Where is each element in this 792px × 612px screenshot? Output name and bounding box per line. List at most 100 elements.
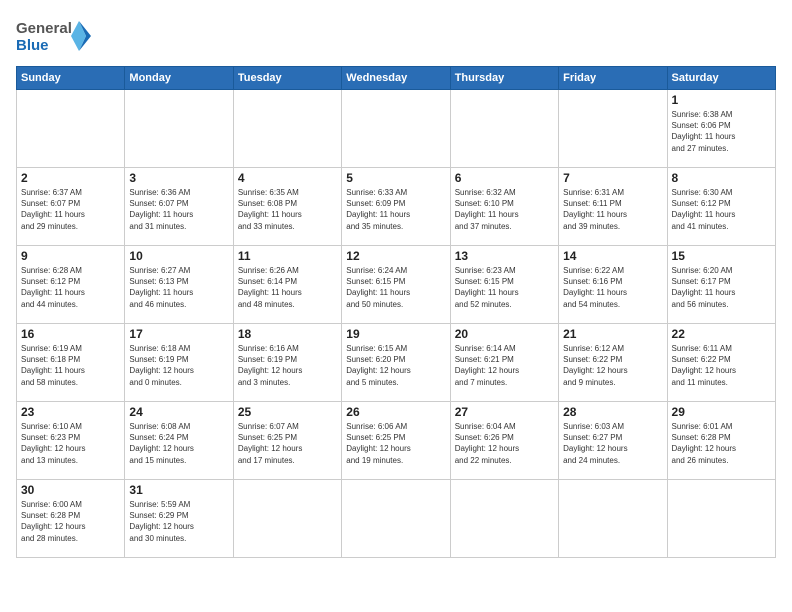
day-info: Sunrise: 6:07 AM Sunset: 6:25 PM Dayligh… [238,421,337,466]
day-info: Sunrise: 5:59 AM Sunset: 6:29 PM Dayligh… [129,499,228,544]
calendar-cell: 24Sunrise: 6:08 AM Sunset: 6:24 PM Dayli… [125,402,233,480]
calendar-cell: 12Sunrise: 6:24 AM Sunset: 6:15 PM Dayli… [342,246,450,324]
calendar-header: SundayMondayTuesdayWednesdayThursdayFrid… [17,67,776,90]
logo: GeneralBlue [16,16,96,56]
day-number: 8 [672,171,771,185]
calendar-cell: 8 Sunrise: 6:30 AM Sunset: 6:12 PM Daylig… [667,168,775,246]
calendar-cell: 9 Sunrise: 6:28 AM Sunset: 6:12 PM Daylig… [17,246,125,324]
day-info: Sunrise: 6:16 AM Sunset: 6:19 PM Dayligh… [238,343,337,388]
calendar-cell: 18Sunrise: 6:16 AM Sunset: 6:19 PM Dayli… [233,324,341,402]
calendar-cell [125,90,233,168]
calendar-cell [450,90,558,168]
calendar-cell [342,480,450,558]
day-number: 6 [455,171,554,185]
calendar-cell: 29Sunrise: 6:01 AM Sunset: 6:28 PM Dayli… [667,402,775,480]
day-number: 31 [129,483,228,497]
day-info: Sunrise: 6:01 AM Sunset: 6:28 PM Dayligh… [672,421,771,466]
day-number: 27 [455,405,554,419]
day-info: Sunrise: 6:15 AM Sunset: 6:20 PM Dayligh… [346,343,445,388]
day-number: 15 [672,249,771,263]
calendar-cell: 4 Sunrise: 6:35 AM Sunset: 6:08 PM Daylig… [233,168,341,246]
day-info: Sunrise: 6:31 AM Sunset: 6:11 PM Dayligh… [563,187,662,232]
day-number: 25 [238,405,337,419]
day-number: 26 [346,405,445,419]
page: GeneralBlue SundayMondayTuesdayWednesday… [0,0,792,612]
calendar-cell: 1Sunrise: 6:38 AM Sunset: 6:06 PM Daylig… [667,90,775,168]
calendar-cell: 6Sunrise: 6:32 AM Sunset: 6:10 PM Daylig… [450,168,558,246]
calendar-week-1: 1Sunrise: 6:38 AM Sunset: 6:06 PM Daylig… [17,90,776,168]
weekday-saturday: Saturday [667,67,775,90]
calendar-cell [559,480,667,558]
calendar-cell [233,480,341,558]
day-info: Sunrise: 6:20 AM Sunset: 6:17 PM Dayligh… [672,265,771,310]
day-info: Sunrise: 6:08 AM Sunset: 6:24 PM Dayligh… [129,421,228,466]
calendar-cell: 19 Sunrise: 6:15 AM Sunset: 6:20 PM Dayli… [342,324,450,402]
weekday-header-row: SundayMondayTuesdayWednesdayThursdayFrid… [17,67,776,90]
day-number: 23 [21,405,120,419]
calendar-week-4: 16 Sunrise: 6:19 AM Sunset: 6:18 PM Dayli… [17,324,776,402]
day-number: 19 [346,327,445,341]
day-number: 17 [129,327,228,341]
calendar-cell: 7Sunrise: 6:31 AM Sunset: 6:11 PM Daylig… [559,168,667,246]
calendar-cell: 25 Sunrise: 6:07 AM Sunset: 6:25 PM Dayli… [233,402,341,480]
day-info: Sunrise: 6:18 AM Sunset: 6:19 PM Dayligh… [129,343,228,388]
day-number: 16 [21,327,120,341]
day-number: 10 [129,249,228,263]
calendar-cell: 21 Sunrise: 6:12 AM Sunset: 6:22 PM Dayli… [559,324,667,402]
calendar-week-5: 23 Sunrise: 6:10 AM Sunset: 6:23 PM Dayli… [17,402,776,480]
svg-text:Blue: Blue [16,37,49,54]
calendar-cell: 13 Sunrise: 6:23 AM Sunset: 6:15 PM Dayli… [450,246,558,324]
day-info: Sunrise: 6:22 AM Sunset: 6:16 PM Dayligh… [563,265,662,310]
day-number: 20 [455,327,554,341]
day-info: Sunrise: 6:35 AM Sunset: 6:08 PM Dayligh… [238,187,337,232]
weekday-tuesday: Tuesday [233,67,341,90]
calendar-cell: 11Sunrise: 6:26 AM Sunset: 6:14 PM Dayli… [233,246,341,324]
calendar-cell: 17 Sunrise: 6:18 AM Sunset: 6:19 PM Dayli… [125,324,233,402]
logo-svg: GeneralBlue [16,16,96,56]
day-number: 30 [21,483,120,497]
day-number: 11 [238,249,337,263]
day-info: Sunrise: 6:19 AM Sunset: 6:18 PM Dayligh… [21,343,120,388]
calendar-cell: 22Sunrise: 6:11 AM Sunset: 6:22 PM Dayli… [667,324,775,402]
svg-text:General: General [16,20,72,37]
calendar-cell: 20 Sunrise: 6:14 AM Sunset: 6:21 PM Dayli… [450,324,558,402]
day-info: Sunrise: 6:37 AM Sunset: 6:07 PM Dayligh… [21,187,120,232]
day-number: 13 [455,249,554,263]
calendar-body: 1Sunrise: 6:38 AM Sunset: 6:06 PM Daylig… [17,90,776,558]
calendar-cell: 5Sunrise: 6:33 AM Sunset: 6:09 PM Daylig… [342,168,450,246]
day-number: 3 [129,171,228,185]
day-info: Sunrise: 6:23 AM Sunset: 6:15 PM Dayligh… [455,265,554,310]
calendar-cell: 15 Sunrise: 6:20 AM Sunset: 6:17 PM Dayli… [667,246,775,324]
calendar-cell: 10 Sunrise: 6:27 AM Sunset: 6:13 PM Dayli… [125,246,233,324]
calendar-week-3: 9 Sunrise: 6:28 AM Sunset: 6:12 PM Daylig… [17,246,776,324]
weekday-wednesday: Wednesday [342,67,450,90]
day-info: Sunrise: 6:36 AM Sunset: 6:07 PM Dayligh… [129,187,228,232]
day-info: Sunrise: 6:38 AM Sunset: 6:06 PM Dayligh… [672,109,771,154]
calendar-table: SundayMondayTuesdayWednesdayThursdayFrid… [16,66,776,558]
calendar-cell: 27Sunrise: 6:04 AM Sunset: 6:26 PM Dayli… [450,402,558,480]
weekday-monday: Monday [125,67,233,90]
day-info: Sunrise: 6:27 AM Sunset: 6:13 PM Dayligh… [129,265,228,310]
calendar-cell: 26Sunrise: 6:06 AM Sunset: 6:25 PM Dayli… [342,402,450,480]
calendar-week-2: 2Sunrise: 6:37 AM Sunset: 6:07 PM Daylig… [17,168,776,246]
day-number: 9 [21,249,120,263]
weekday-thursday: Thursday [450,67,558,90]
calendar-cell [450,480,558,558]
calendar-cell: 31 Sunrise: 5:59 AM Sunset: 6:29 PM Dayli… [125,480,233,558]
day-number: 21 [563,327,662,341]
calendar-cell: 16 Sunrise: 6:19 AM Sunset: 6:18 PM Dayli… [17,324,125,402]
day-info: Sunrise: 6:30 AM Sunset: 6:12 PM Dayligh… [672,187,771,232]
calendar-cell: 30Sunrise: 6:00 AM Sunset: 6:28 PM Dayli… [17,480,125,558]
day-info: Sunrise: 6:28 AM Sunset: 6:12 PM Dayligh… [21,265,120,310]
day-info: Sunrise: 6:10 AM Sunset: 6:23 PM Dayligh… [21,421,120,466]
day-number: 12 [346,249,445,263]
day-info: Sunrise: 6:03 AM Sunset: 6:27 PM Dayligh… [563,421,662,466]
calendar-cell [342,90,450,168]
day-number: 4 [238,171,337,185]
day-info: Sunrise: 6:14 AM Sunset: 6:21 PM Dayligh… [455,343,554,388]
weekday-friday: Friday [559,67,667,90]
day-info: Sunrise: 6:12 AM Sunset: 6:22 PM Dayligh… [563,343,662,388]
calendar-cell [233,90,341,168]
calendar-cell: 14Sunrise: 6:22 AM Sunset: 6:16 PM Dayli… [559,246,667,324]
day-number: 28 [563,405,662,419]
